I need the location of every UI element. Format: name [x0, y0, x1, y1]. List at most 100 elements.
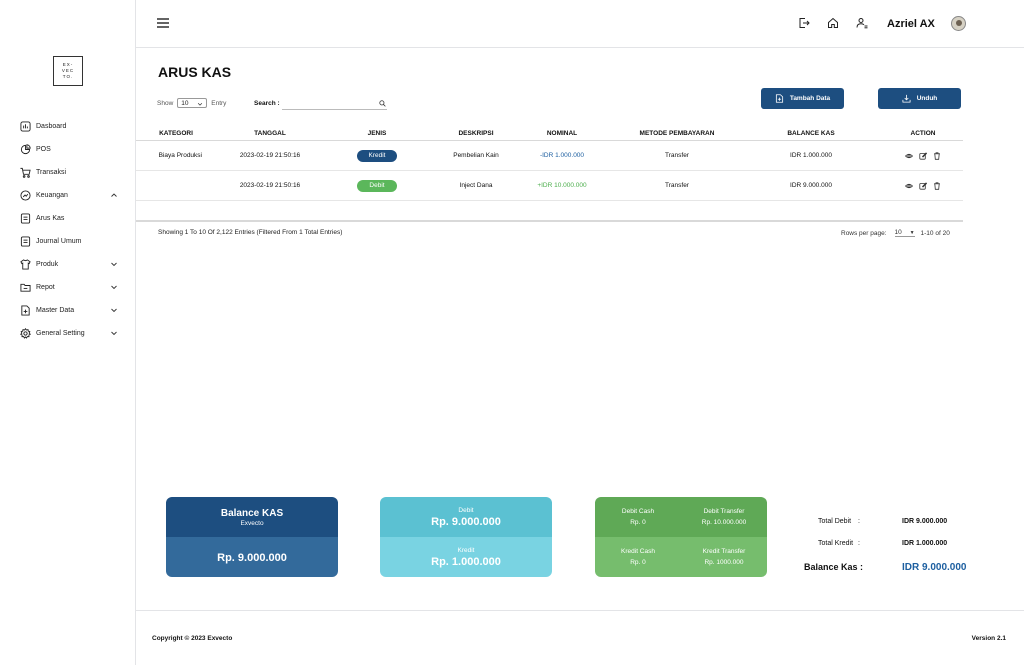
cell-balance: IDR 9.000.000 — [790, 182, 832, 189]
balance-kas-row: Balance Kas : IDR 9.000.000 — [796, 562, 996, 584]
sidebar-item-dasboard[interactable]: Dasboard — [0, 115, 136, 138]
column-header[interactable]: JENIS — [324, 126, 430, 140]
shirt-icon — [20, 259, 31, 270]
cell-jenis: Kredit — [324, 141, 430, 170]
cell-action — [870, 171, 976, 200]
sidebar-nav: Dasboard POS Transaksi Keuangan Arus Kas… — [0, 115, 136, 345]
sidebar-item-label: Keuangan — [36, 192, 68, 199]
folder-icon — [20, 282, 31, 293]
cell-tanggal: 2023-02-19 21:50:16 — [239, 182, 301, 189]
sidebar-item-arus-kas[interactable]: Arus Kas — [0, 207, 136, 230]
column-header[interactable]: NOMINAL — [522, 126, 602, 140]
column-header[interactable]: KATEGORI — [136, 126, 216, 140]
cell-tanggal: 2023-02-19 21:50:16 — [239, 152, 301, 159]
chevron-down-icon — [111, 331, 117, 336]
add-file-icon — [775, 94, 783, 103]
table-row[interactable]: Biaya Produksi 2023-02-19 21:50:16 Kredi… — [136, 141, 963, 171]
cell-metode: Transfer — [665, 152, 689, 159]
sidebar-item-pos[interactable]: POS — [0, 138, 136, 161]
sidebar-item-master-data[interactable]: Master Data — [0, 299, 136, 322]
cell-deskripsi: Pembelian Kain — [453, 152, 499, 159]
cell-jenis: Debit — [324, 171, 430, 200]
rows-per-page-label: Rows per page: — [841, 229, 887, 237]
column-header[interactable]: TANGGAL — [216, 126, 324, 140]
sidebar-item-label: Repot — [36, 284, 55, 291]
chevron-down-icon — [111, 262, 117, 267]
cell-action — [870, 141, 976, 170]
column-header[interactable]: BALANCE KAS — [752, 126, 870, 140]
sidebar-item-journal-umum[interactable]: Journal Umum — [0, 230, 136, 253]
add-data-button[interactable]: Tambah Data — [761, 88, 844, 109]
trash-icon[interactable] — [933, 181, 941, 190]
search-input[interactable] — [282, 97, 387, 110]
cash-flow-table: KATEGORI TANGGAL JENIS DESKRIPSI NOMINAL… — [136, 126, 963, 201]
balance-kas-value: IDR 9.000.000 — [902, 562, 967, 573]
edit-icon[interactable] — [919, 181, 927, 190]
total-kredit-row: Total Kredit : IDR 1.000.000 — [796, 540, 996, 562]
trash-icon[interactable] — [933, 151, 941, 160]
sidebar: EX- VEC TO. Dasboard POS Transaksi Keuan… — [0, 0, 136, 665]
column-header[interactable]: DESKRIPSI — [430, 126, 522, 140]
eye-icon[interactable] — [905, 152, 913, 160]
debit-value: Rp. 9.000.000 — [431, 515, 501, 528]
sidebar-item-general-setting[interactable]: General Setting — [0, 322, 136, 345]
caret-down-icon: ▼ — [909, 229, 915, 236]
document-icon — [20, 236, 31, 247]
sidebar-item-keuangan[interactable]: Keuangan — [0, 184, 136, 207]
showing-entries-text: Showing 1 To 10 Of 2,122 Entries (Filter… — [158, 229, 343, 236]
edit-icon[interactable] — [919, 151, 927, 160]
search-icon[interactable] — [379, 100, 386, 107]
table-header-row: KATEGORI TANGGAL JENIS DESKRIPSI NOMINAL… — [136, 126, 963, 141]
column-header[interactable]: ACTION — [870, 126, 976, 140]
cell-balance: IDR 1.000.000 — [790, 152, 832, 159]
finance-icon — [20, 190, 31, 201]
username[interactable]: Azriel AX — [887, 18, 935, 30]
sidebar-item-produk[interactable]: Produk — [0, 253, 136, 276]
sidebar-item-label: Dasboard — [36, 123, 67, 130]
table-row[interactable]: 2023-02-19 21:50:16 Debit Inject Dana +I… — [136, 171, 963, 201]
chevron-down-icon — [111, 285, 117, 290]
table-divider — [136, 220, 963, 222]
rows-per-page-select[interactable]: 10 ▼ — [894, 229, 915, 237]
hamburger-menu-icon[interactable] — [156, 17, 170, 29]
entries-select[interactable]: 10 — [177, 98, 208, 108]
add-file-icon — [20, 305, 31, 316]
sidebar-item-label: Master Data — [36, 307, 75, 314]
debit-cash: Debit Cash Rp. 0 — [595, 497, 681, 537]
cell-nominal: +IDR 10.000.000 — [537, 182, 587, 189]
users-icon[interactable] — [856, 17, 868, 29]
kredit-section: Kredit Rp. 1.000.000 — [380, 537, 552, 577]
entry-label: Entry — [211, 99, 227, 107]
kredit-cash-value: Rp. 0 — [630, 559, 646, 566]
eye-icon[interactable] — [905, 182, 913, 190]
logout-icon[interactable] — [798, 17, 810, 29]
cart-icon — [20, 167, 31, 178]
balance-card-value: Rp. 9.000.000 — [217, 552, 287, 564]
kredit-cash-label: Kredit Cash — [621, 548, 655, 555]
avatar[interactable] — [951, 16, 966, 31]
total-debit-row: Total Debit : IDR 9.000.000 — [796, 518, 996, 540]
logo[interactable]: EX- VEC TO. — [53, 56, 83, 86]
total-kredit-label: Total Kredit — [818, 540, 854, 547]
column-header[interactable]: METODE PEMBAYARAN — [602, 126, 752, 140]
home-icon[interactable] — [827, 17, 839, 29]
sidebar-item-transaksi[interactable]: Transaksi — [0, 161, 136, 184]
sidebar-item-label: POS — [36, 146, 51, 153]
entries-select-value: 10 — [181, 99, 189, 107]
summary-panel: Total Debit : IDR 9.000.000 Total Kredit… — [796, 518, 996, 584]
kredit-transfer-label: Kredit Transfer — [702, 548, 746, 555]
sidebar-item-repot[interactable]: Repot — [0, 276, 136, 299]
search-label: Search : — [254, 100, 280, 107]
download-button[interactable]: Unduh — [878, 88, 961, 109]
sidebar-item-label: Arus Kas — [36, 215, 65, 222]
dashboard-icon — [20, 121, 31, 132]
balance-card-body: Rp. 9.000.000 — [166, 537, 338, 577]
debit-transfer-value: Rp. 10.000.000 — [701, 519, 747, 526]
balance-card-header: Balance KAS Exvecto — [166, 497, 338, 537]
rows-per-page-value: 10 — [894, 229, 902, 236]
balance-card-subtitle: Exvecto — [240, 519, 264, 527]
debit-label: Debit — [458, 506, 474, 514]
download-label: Unduh — [916, 95, 938, 102]
balance-kas-label: Balance Kas : — [804, 562, 864, 572]
kredit-value: Rp. 1.000.000 — [431, 555, 501, 568]
